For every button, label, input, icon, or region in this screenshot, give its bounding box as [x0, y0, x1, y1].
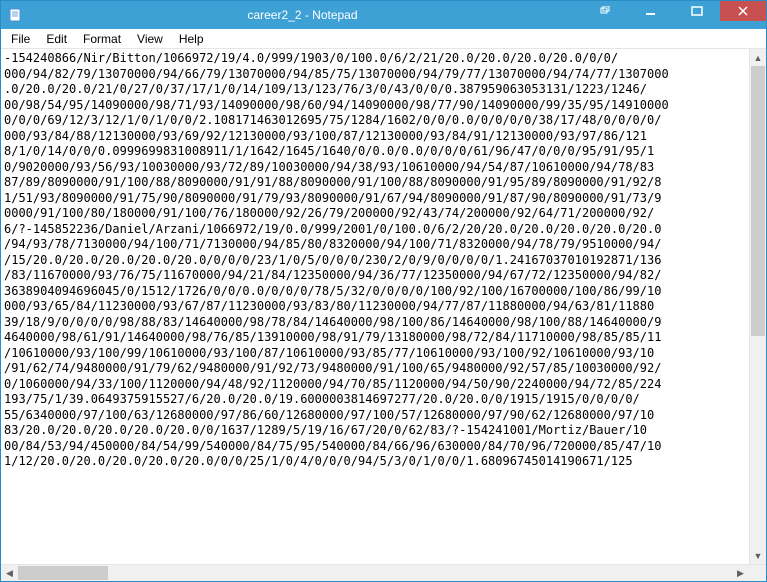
window-buttons — [582, 1, 766, 29]
content-area: -154240866/Nir/Bitton/1066972/19/4.0/999… — [1, 49, 766, 564]
scroll-up-button[interactable]: ▲ — [750, 49, 766, 66]
horizontal-scroll-thumb[interactable] — [18, 566, 108, 580]
vertical-scroll-track[interactable] — [750, 66, 766, 547]
restore-down-small-button[interactable] — [582, 1, 628, 21]
horizontal-scroll-track[interactable] — [18, 565, 732, 581]
maximize-button[interactable] — [674, 1, 720, 21]
horizontal-scrollbar[interactable]: ◀ ▶ — [1, 564, 766, 581]
notepad-window: career2_2 - Notepad File Edit Format Vie… — [0, 0, 767, 582]
chevron-down-icon: ▼ — [754, 551, 763, 561]
scroll-down-button[interactable]: ▼ — [750, 547, 766, 564]
menubar: File Edit Format View Help — [1, 29, 766, 49]
scroll-left-button[interactable]: ◀ — [1, 565, 18, 581]
close-button[interactable] — [720, 1, 766, 21]
titlebar[interactable]: career2_2 - Notepad — [1, 1, 766, 29]
chevron-left-icon: ◀ — [6, 568, 13, 579]
menu-help[interactable]: Help — [171, 30, 212, 48]
vertical-scroll-thumb[interactable] — [751, 66, 765, 336]
menu-edit[interactable]: Edit — [38, 30, 75, 48]
chevron-up-icon: ▲ — [754, 53, 763, 63]
minimize-button[interactable] — [628, 1, 674, 21]
notepad-icon — [7, 7, 23, 23]
menu-format[interactable]: Format — [75, 30, 129, 48]
text-content[interactable]: -154240866/Nir/Bitton/1066972/19/4.0/999… — [1, 49, 749, 564]
chevron-right-icon: ▶ — [737, 568, 744, 579]
window-title: career2_2 - Notepad — [23, 8, 582, 22]
vertical-scrollbar[interactable]: ▲ ▼ — [749, 49, 766, 564]
menu-file[interactable]: File — [3, 30, 38, 48]
scrollbar-corner — [749, 565, 766, 581]
scroll-right-button[interactable]: ▶ — [732, 565, 749, 581]
menu-view[interactable]: View — [129, 30, 171, 48]
